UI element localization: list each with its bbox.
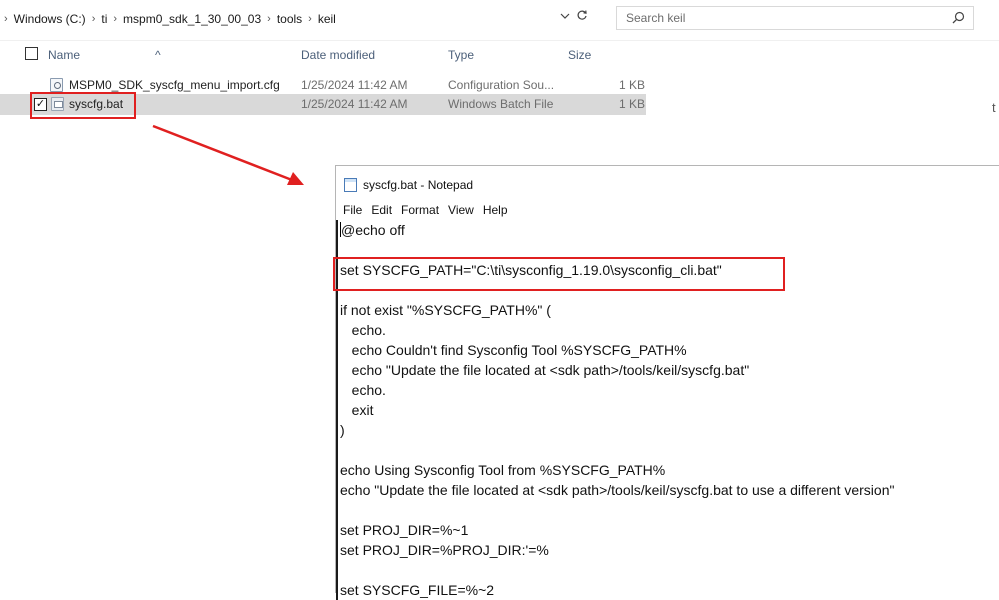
notepad-title: syscfg.bat - Notepad (363, 178, 474, 192)
code-line: if not exist "%SYSCFG_PATH%" ( (340, 302, 551, 318)
code-line: echo Using Sysconfig Tool from %SYSCFG_P… (340, 462, 666, 478)
code-line: ) (340, 422, 345, 438)
menu-help[interactable]: Help (483, 203, 508, 217)
code-line: echo. (340, 322, 386, 338)
notepad-window: syscfg.bat - Notepad File Edit Format Vi… (333, 165, 999, 600)
code-line: set SYSCFG_FILE=%~2 (340, 582, 495, 598)
code-line: echo "Update the file located at <sdk pa… (340, 482, 895, 498)
menu-file[interactable]: File (343, 203, 362, 217)
menu-edit[interactable]: Edit (371, 203, 392, 217)
code-line: echo "Update the file located at <sdk pa… (340, 362, 750, 378)
notepad-menu-bar: File Edit Format View Help (343, 203, 508, 217)
code-line: @echo off (338, 220, 999, 240)
menu-view[interactable]: View (448, 203, 474, 217)
highlight-syscfg-path (333, 257, 785, 291)
menu-format[interactable]: Format (401, 203, 439, 217)
code-line: exit (340, 402, 374, 418)
code-line: set PROJ_DIR=%PROJ_DIR:'=% (340, 542, 549, 558)
notepad-title-bar: syscfg.bat - Notepad (344, 176, 473, 194)
code-line: echo. (340, 382, 386, 398)
notepad-icon (344, 178, 357, 192)
code-line: set PROJ_DIR=%~1 (340, 522, 469, 538)
code-line: echo Couldn't find Sysconfig Tool %SYSCF… (340, 342, 687, 358)
code-text: @echo off (341, 222, 405, 238)
